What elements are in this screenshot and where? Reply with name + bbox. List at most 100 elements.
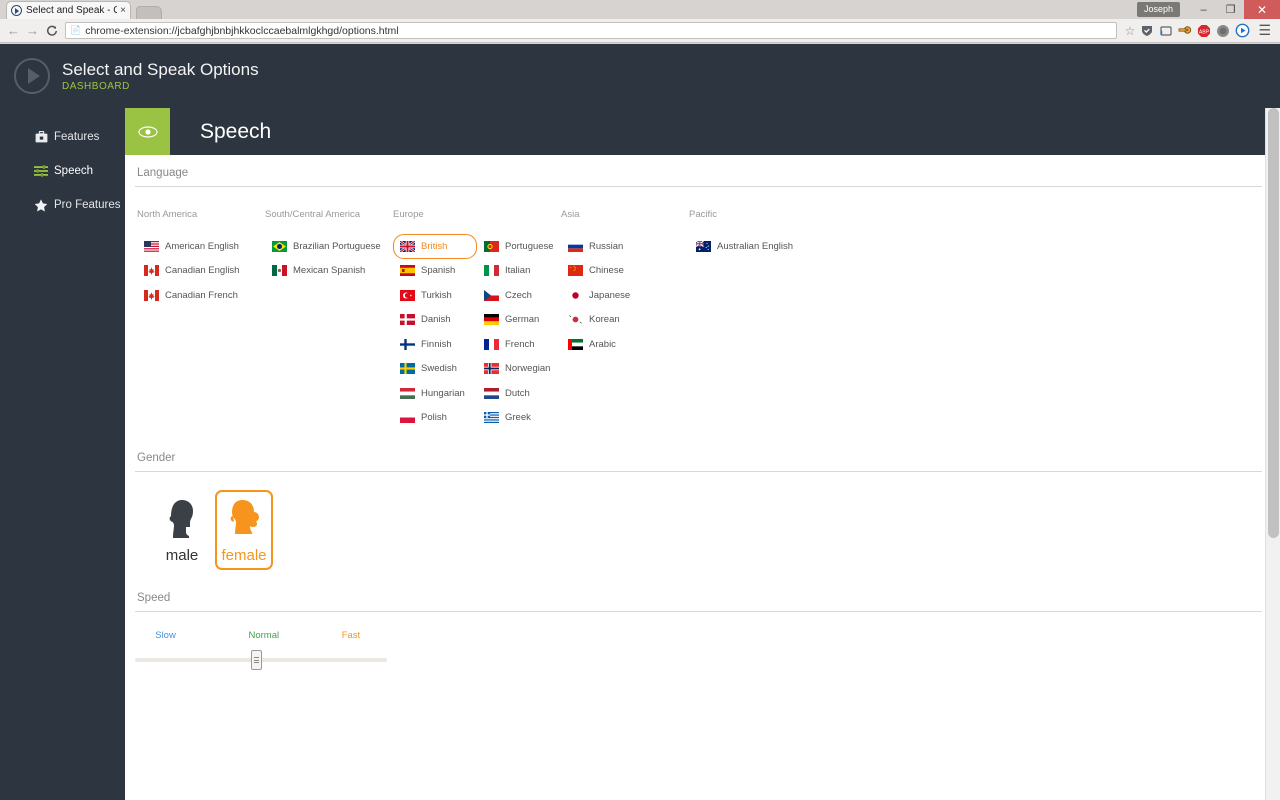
speed-mark-fast[interactable]: Fast bbox=[342, 630, 360, 641]
language-option-label: Korean bbox=[589, 314, 620, 326]
flag-icon-us bbox=[144, 240, 159, 252]
sidebar-item-speech[interactable]: Speech bbox=[0, 154, 125, 188]
language-option-australian-english[interactable]: Australian English bbox=[689, 234, 800, 259]
divider bbox=[135, 471, 1262, 472]
forward-button[interactable]: → bbox=[23, 21, 42, 41]
cast-extension-icon[interactable] bbox=[1158, 23, 1174, 39]
key-extension-icon[interactable] bbox=[1177, 23, 1193, 39]
language-option-hungarian[interactable]: Hungarian bbox=[393, 381, 472, 406]
flag-icon-ca bbox=[144, 289, 159, 301]
language-group-south-central-america: South/Central America Brazilian Portugues… bbox=[265, 209, 393, 430]
language-option-label: Hungarian bbox=[421, 387, 465, 399]
language-group-title: Pacific bbox=[689, 209, 717, 220]
gender-option-female[interactable]: female bbox=[215, 490, 273, 570]
language-option-finnish[interactable]: Finnish bbox=[393, 332, 469, 357]
sidebar: Features Speech Pro Features bbox=[0, 108, 125, 800]
language-option-chinese[interactable]: Chinese bbox=[561, 259, 637, 284]
language-option-canadian-english[interactable]: Canadian English bbox=[137, 259, 246, 284]
chrome-window: Select and Speak - Option × Joseph – ❐ ✕… bbox=[0, 0, 1280, 800]
browser-tab[interactable]: Select and Speak - Option × bbox=[6, 1, 131, 19]
sidebar-item-pro-features[interactable]: Pro Features bbox=[0, 188, 125, 222]
language-option-korean[interactable]: Korean bbox=[561, 308, 637, 333]
flag-icon-cz bbox=[484, 289, 499, 301]
language-option-danish[interactable]: Danish bbox=[393, 308, 469, 333]
close-window-button[interactable]: ✕ bbox=[1244, 0, 1280, 19]
language-group-title: Europe bbox=[393, 209, 424, 220]
language-option-dutch[interactable]: Dutch bbox=[477, 381, 553, 406]
language-option-label: British bbox=[421, 240, 448, 252]
language-group-title: Asia bbox=[561, 209, 580, 220]
language-option-label: Swedish bbox=[421, 363, 457, 375]
window-controls: Joseph – ❐ ✕ bbox=[1136, 0, 1280, 19]
language-section-label: Language bbox=[137, 167, 189, 179]
sidebar-item-features[interactable]: Features bbox=[0, 120, 125, 154]
select-and-speak-icon[interactable] bbox=[1234, 23, 1250, 39]
language-option-spanish[interactable]: Spanish bbox=[393, 259, 469, 284]
flag-icon-ca bbox=[144, 265, 159, 277]
maximize-button[interactable]: ❐ bbox=[1217, 0, 1244, 19]
scrollbar-thumb[interactable] bbox=[1268, 108, 1279, 538]
language-option-japanese[interactable]: Japanese bbox=[561, 283, 637, 308]
speed-slider-wrap: Slow Normal Fast bbox=[135, 630, 395, 670]
language-option-arabic[interactable]: Arabic bbox=[561, 332, 637, 357]
minimize-button[interactable]: – bbox=[1190, 0, 1217, 19]
gender-section: Gender male female bbox=[135, 452, 1262, 570]
reload-button[interactable] bbox=[42, 21, 61, 41]
language-option-label: Greek bbox=[505, 412, 531, 424]
flag-icon-no bbox=[484, 363, 499, 375]
language-option-czech[interactable]: Czech bbox=[477, 283, 553, 308]
speed-section-label: Speed bbox=[137, 592, 171, 604]
flag-icon-pt bbox=[484, 240, 499, 252]
bookmark-star-icon[interactable]: ☆ bbox=[1121, 24, 1140, 38]
language-group-north-america: North America American English Canadian En… bbox=[137, 209, 265, 430]
gender-option-male[interactable]: male bbox=[153, 490, 211, 570]
section-tab-header: Speech bbox=[125, 108, 1280, 155]
language-option-portuguese[interactable]: Portuguese bbox=[477, 234, 561, 259]
language-column: Russian Chinese Japanese Korean Arabic bbox=[561, 234, 637, 357]
language-option-greek[interactable]: Greek bbox=[477, 406, 553, 431]
address-bar[interactable]: 📄 chrome-extension://jcbafghjbnbjhkkoclc… bbox=[65, 22, 1117, 39]
grey-extension-icon[interactable] bbox=[1215, 23, 1231, 39]
language-option-label: Portuguese bbox=[505, 240, 554, 252]
language-option-brazilian-portuguese[interactable]: Brazilian Portuguese bbox=[265, 234, 388, 259]
browser-menu-icon[interactable]: ☰ bbox=[1253, 22, 1276, 39]
flag-icon-gr bbox=[484, 412, 499, 424]
page-scrollbar[interactable] bbox=[1265, 108, 1280, 800]
language-option-italian[interactable]: Italian bbox=[477, 259, 553, 284]
speed-mark-normal[interactable]: Normal bbox=[248, 630, 279, 641]
divider bbox=[135, 186, 1262, 187]
profile-name[interactable]: Joseph bbox=[1136, 2, 1180, 17]
language-grid: North America American English Canadian En… bbox=[135, 209, 1262, 430]
language-option-norwegian[interactable]: Norwegian bbox=[477, 357, 557, 382]
shield-extension-icon[interactable] bbox=[1139, 23, 1155, 39]
language-option-american-english[interactable]: American English bbox=[137, 234, 246, 259]
language-option-french[interactable]: French bbox=[477, 332, 553, 357]
speed-mark-slow[interactable]: Slow bbox=[155, 630, 176, 641]
language-group-asia: Asia Russian Chinese Japanese Korean Arabic bbox=[561, 209, 689, 430]
language-option-label: Italian bbox=[505, 265, 531, 277]
briefcase-icon bbox=[34, 131, 48, 143]
flag-icon-jp bbox=[568, 289, 583, 301]
language-option-mexican-spanish[interactable]: Mexican Spanish bbox=[265, 259, 372, 284]
flag-icon-se bbox=[400, 363, 415, 375]
language-option-turkish[interactable]: Turkish bbox=[393, 283, 469, 308]
language-option-british[interactable]: British bbox=[393, 234, 477, 259]
language-option-swedish[interactable]: Swedish bbox=[393, 357, 469, 382]
language-column: American English Canadian English Canadian… bbox=[137, 234, 246, 308]
back-button[interactable]: ← bbox=[4, 21, 23, 41]
close-icon[interactable]: × bbox=[120, 5, 126, 16]
language-option-russian[interactable]: Russian bbox=[561, 234, 637, 259]
flag-icon-pl bbox=[400, 412, 415, 424]
browser-toolbar: ← → 📄 chrome-extension://jcbafghjbnbjhkk… bbox=[0, 19, 1280, 43]
adblock-plus-icon[interactable]: ABP bbox=[1196, 23, 1212, 39]
language-option-german[interactable]: German bbox=[477, 308, 553, 333]
tab-title: Select and Speak - Option bbox=[26, 4, 117, 16]
language-option-label: German bbox=[505, 314, 540, 326]
flag-icon-au bbox=[696, 240, 711, 252]
language-option-canadian-french[interactable]: Canadian French bbox=[137, 283, 245, 308]
language-option-polish[interactable]: Polish bbox=[393, 406, 469, 431]
flag-icon-it bbox=[484, 265, 499, 277]
play-circle-logo bbox=[14, 58, 50, 94]
new-tab-button[interactable] bbox=[136, 6, 162, 19]
speed-slider-thumb[interactable] bbox=[250, 650, 262, 670]
